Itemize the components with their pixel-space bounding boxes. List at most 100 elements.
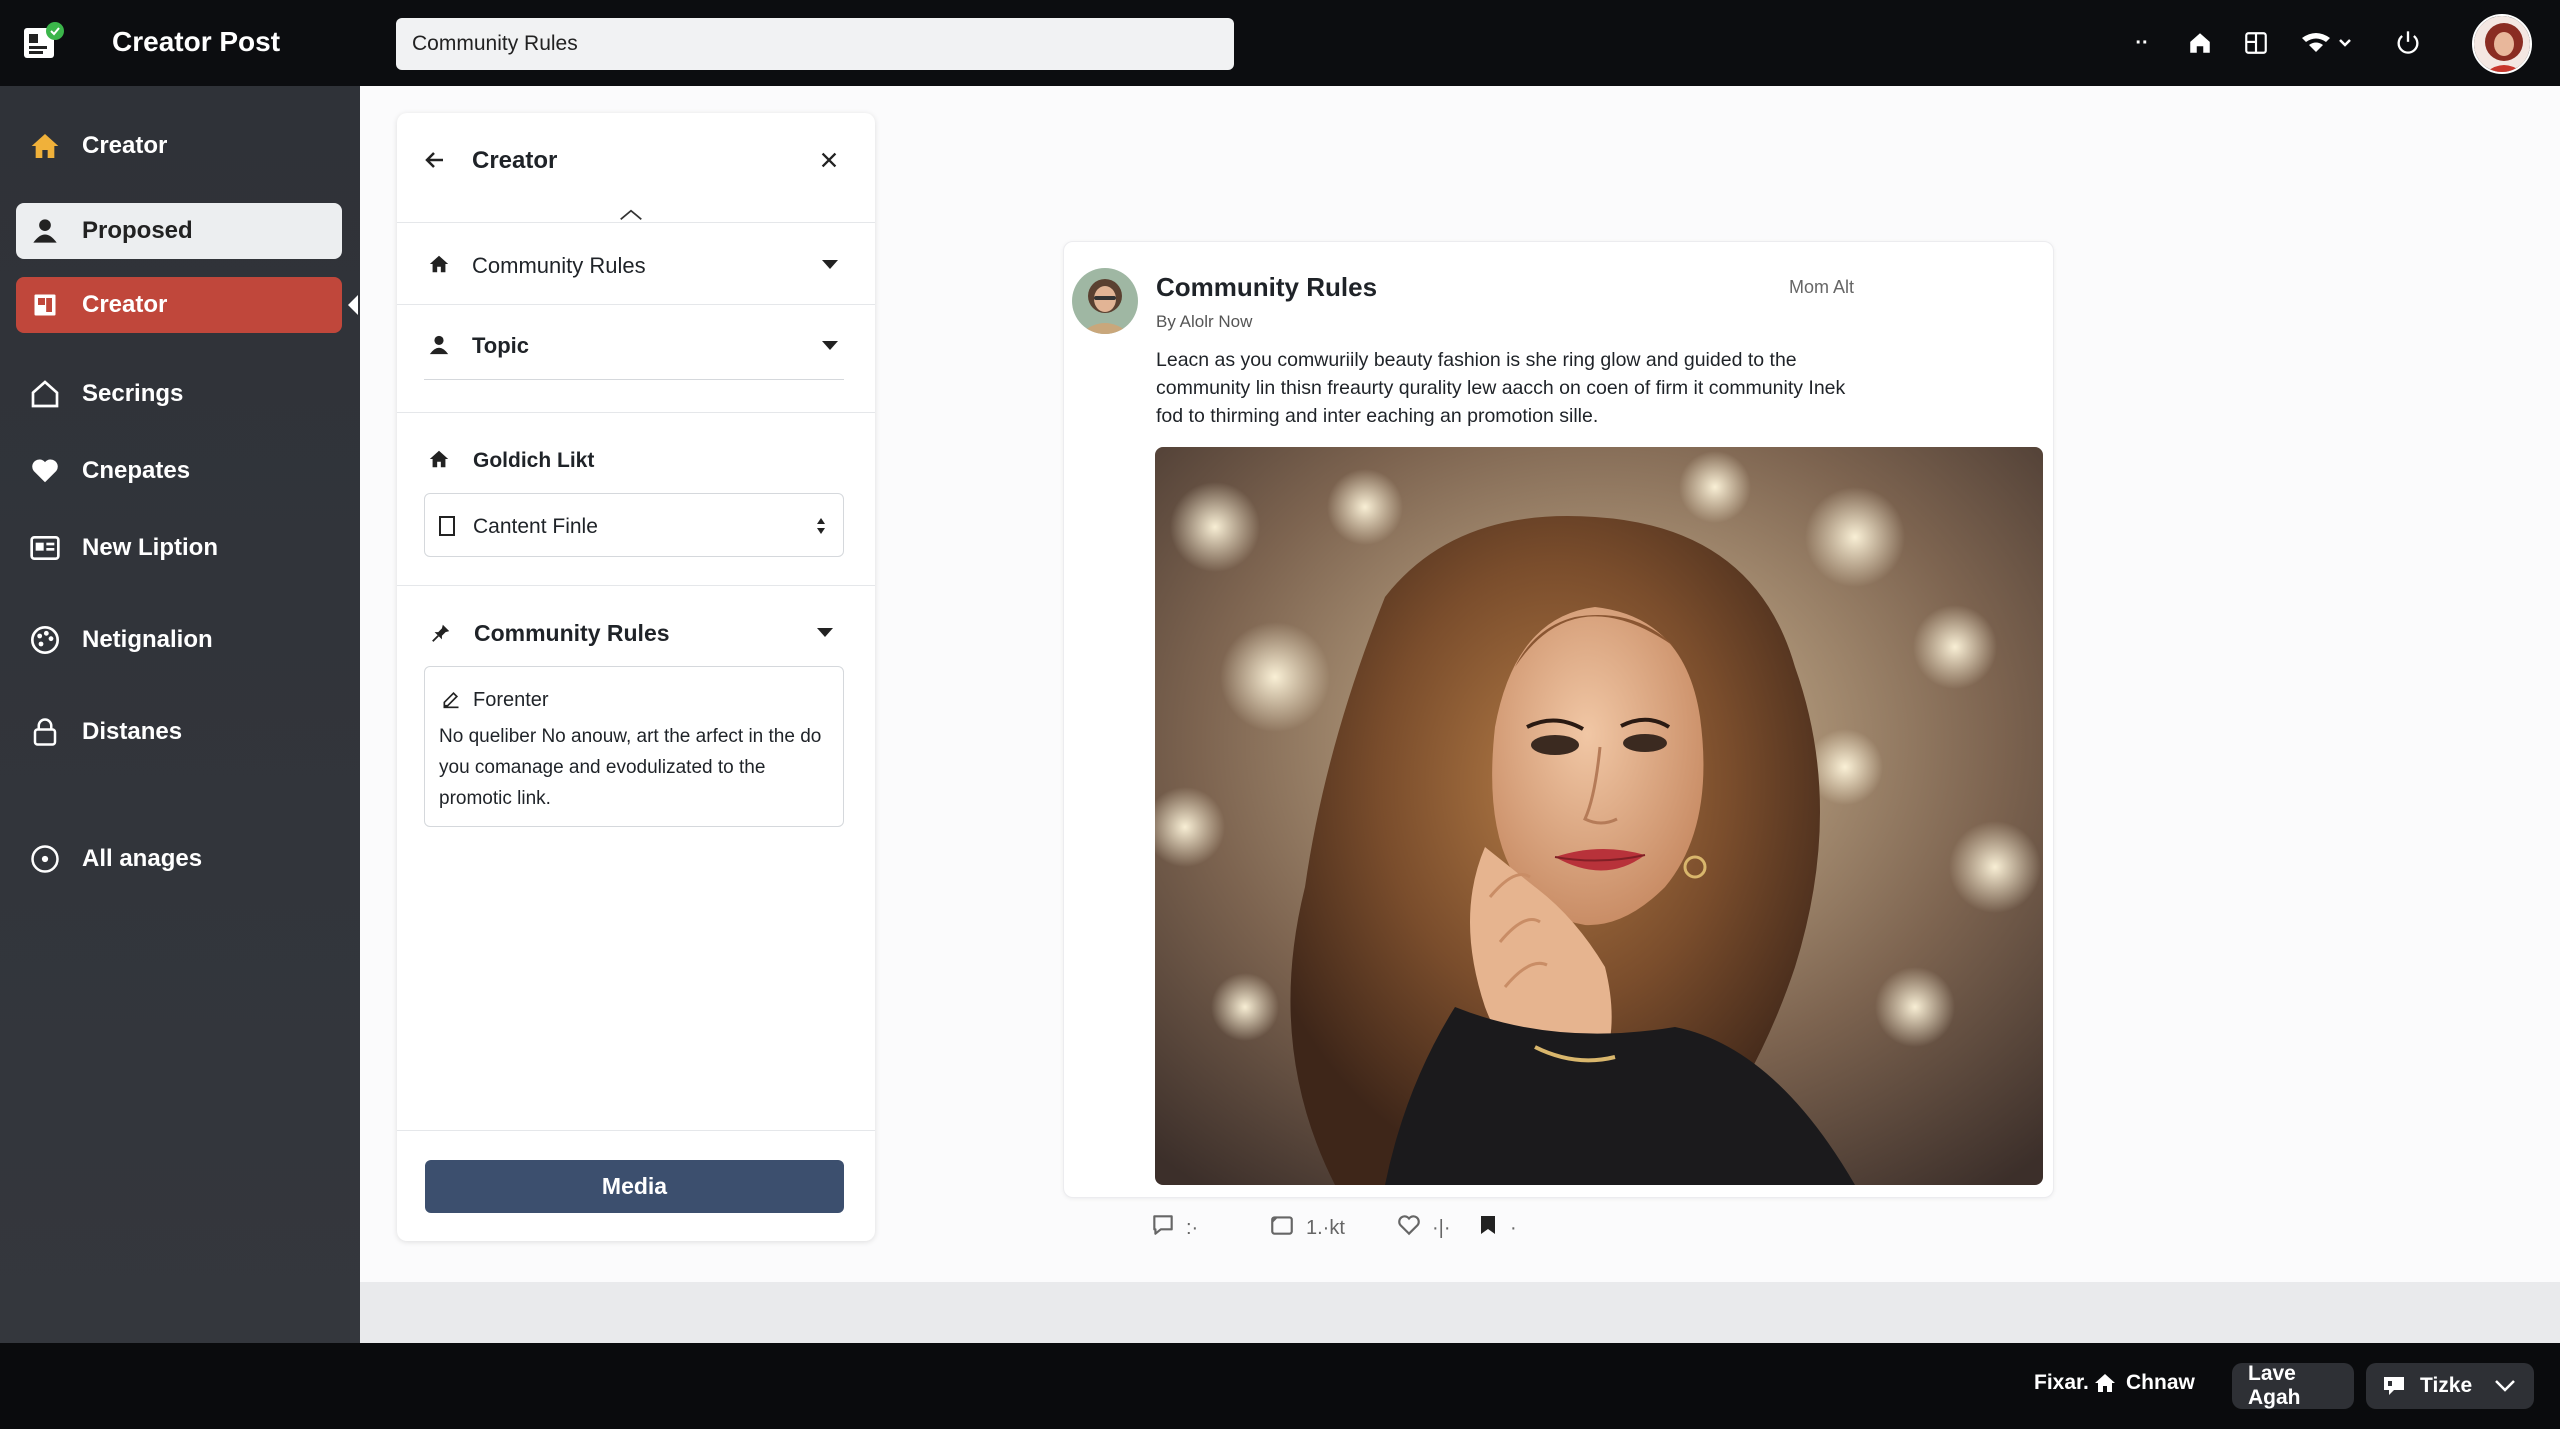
like-count: ·|· — [1432, 1216, 1451, 1239]
divider — [424, 379, 844, 380]
select-value: Cantent Finle — [473, 515, 598, 538]
sidebar-item-label: Secrings — [82, 380, 184, 407]
panel-header: Creator — [397, 113, 875, 223]
home-icon — [427, 447, 451, 471]
sidebar: Creator Proposed Creator Secrings Cnepat… — [0, 86, 360, 1343]
heart-icon — [26, 452, 64, 490]
heart-icon — [1396, 1212, 1422, 1244]
home-icon — [427, 252, 451, 276]
lock-icon — [26, 713, 64, 751]
power-icon[interactable] — [2390, 25, 2426, 61]
content-select[interactable]: Cantent Finle — [424, 493, 844, 557]
sidebar-item-secrings[interactable]: Secrings — [16, 366, 342, 422]
pin-icon — [429, 621, 453, 645]
community-rules-dropdown[interactable]: Community Rules — [397, 223, 875, 305]
comment-action[interactable]: :· — [1150, 1208, 1198, 1248]
layout-icon[interactable] — [2238, 25, 2274, 61]
sidebar-item-label: Proposed — [82, 217, 193, 244]
home-icon[interactable] — [2182, 25, 2218, 61]
house-outline-icon — [26, 375, 64, 413]
chevron-down-icon — [2494, 1379, 2516, 1393]
share-action[interactable]: 1.·kt — [1268, 1208, 1345, 1248]
pill-label: Tizke — [2420, 1374, 2473, 1397]
post-actions: :· 1.·kt ·|· · — [1150, 1208, 1550, 1248]
chat-icon — [2382, 1374, 2408, 1398]
taskbar-pill-1[interactable]: Lave Agah — [2232, 1362, 2354, 1409]
post-byline[interactable]: By Alolr Now — [1156, 312, 1252, 332]
main-footer-strip — [360, 1282, 2560, 1343]
edit-icon — [439, 687, 463, 711]
community-rules-label: Community Rules — [472, 253, 646, 278]
home-icon — [26, 127, 64, 165]
divider — [397, 412, 875, 413]
divider — [397, 1130, 875, 1131]
save-count: · — [1510, 1216, 1517, 1239]
document-icon — [435, 514, 459, 538]
sidebar-item-proposed[interactable]: Proposed — [16, 203, 342, 259]
app-title: Creator Post — [112, 26, 281, 57]
sidebar-item-label: Creator — [82, 291, 168, 318]
rules-card-heading: Forenter — [473, 689, 549, 711]
caret-down-icon — [822, 260, 838, 269]
taskbar-home-text[interactable]: Chnaw — [2126, 1371, 2195, 1395]
divider — [397, 585, 875, 586]
save-action[interactable]: · — [1476, 1208, 1517, 1248]
comment-count: :· — [1186, 1216, 1199, 1239]
sort-arrows-icon — [809, 514, 833, 538]
sidebar-item-netignalion[interactable]: Netignalion — [16, 612, 342, 668]
sidebar-item-label: Distanes — [82, 718, 183, 745]
taskbar-left-text[interactable]: Fixar. — [2034, 1371, 2089, 1395]
sidebar-item-label: Netignalion — [82, 626, 213, 653]
rules-card-text: No queliber No anouw, art the arfect in … — [439, 726, 822, 809]
creator-icon — [26, 286, 64, 324]
post-badge: Mom Alt — [1789, 277, 1855, 297]
post-card: Community Rules By Alolr Now Mom Alt Lea… — [1063, 241, 2054, 1198]
comment-icon — [1150, 1212, 1176, 1244]
sidebar-item-label: Creator — [82, 132, 168, 159]
taskbar-pill-2[interactable]: Tizke — [2366, 1363, 2534, 1409]
user-icon — [26, 212, 64, 250]
info-circle-icon — [26, 840, 64, 878]
sidebar-item-label: Cnepates — [82, 457, 191, 484]
close-icon[interactable] — [817, 148, 841, 172]
topic-dropdown[interactable]: Topic — [397, 305, 875, 393]
more-icon[interactable]: ·· — [2130, 25, 2154, 61]
caret-down-icon[interactable] — [817, 628, 833, 637]
sidebar-item-cnepates[interactable]: Cnepates — [16, 443, 342, 499]
panel-title: Creator — [472, 147, 558, 174]
sidebar-item-creator-home[interactable]: Creator — [16, 118, 342, 174]
post-body: Leacn as you comwuriily beauty fashion i… — [1156, 349, 1846, 427]
top-bar: Creator Post Community Rules ·· — [0, 0, 2560, 86]
sidebar-item-label: New Liption — [82, 534, 218, 561]
app-logo-icon[interactable] — [24, 22, 64, 62]
rules-card: Forenter No queliber No anouw, art the a… — [424, 666, 844, 827]
back-arrow-icon[interactable] — [423, 148, 447, 172]
palette-icon — [26, 621, 64, 659]
bookmark-icon — [1476, 1212, 1500, 1244]
topic-label: Topic — [472, 333, 530, 358]
id-card-icon — [26, 529, 64, 567]
sidebar-item-creator[interactable]: Creator — [16, 277, 358, 333]
search-input[interactable]: Community Rules — [396, 18, 1234, 70]
like-action[interactable]: ·|· — [1396, 1208, 1451, 1248]
person-icon — [427, 333, 451, 357]
share-icon — [1268, 1212, 1296, 1244]
creator-panel: Creator Community Rules Topic Goldich Li… — [397, 113, 875, 1241]
caret-down-icon — [822, 341, 838, 350]
wifi-dropdown-icon[interactable] — [2298, 25, 2358, 61]
share-count: 1.·kt — [1306, 1216, 1345, 1239]
post-title: Community Rules — [1156, 272, 1378, 302]
user-avatar[interactable] — [2472, 14, 2532, 74]
home-icon[interactable] — [2092, 1370, 2118, 1396]
sidebar-item-new-liption[interactable]: New Liption — [16, 520, 342, 576]
sidebar-item-all-anages[interactable]: All anages — [16, 831, 342, 887]
link-label: Goldich Likt — [473, 449, 595, 472]
chevron-up-icon[interactable] — [619, 208, 643, 222]
sidebar-item-distanes[interactable]: Distanes — [16, 704, 342, 760]
media-button[interactable]: Media — [425, 1160, 844, 1213]
rules-section-title: Community Rules — [474, 620, 670, 646]
sidebar-item-label: All anages — [82, 845, 203, 872]
bottom-taskbar: Fixar. Chnaw Lave Agah Tizke — [0, 1343, 2560, 1429]
author-avatar[interactable] — [1072, 268, 1138, 334]
post-image[interactable] — [1155, 447, 2043, 1185]
